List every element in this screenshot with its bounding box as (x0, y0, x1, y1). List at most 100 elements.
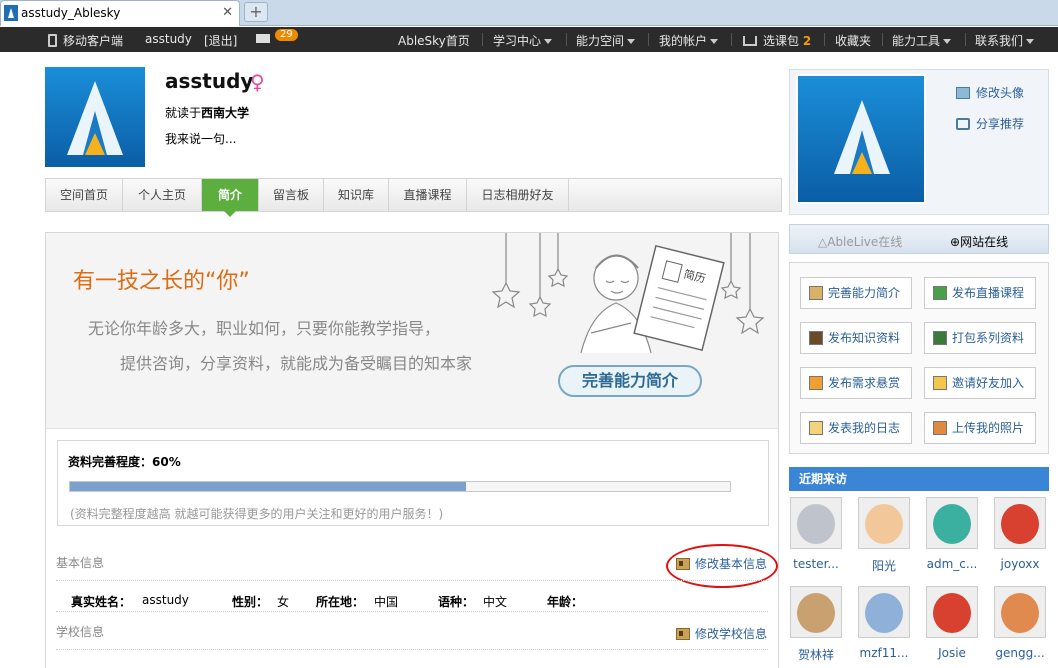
divider (965, 33, 966, 46)
new-tab-button[interactable]: + (244, 2, 268, 22)
mobile-client-link[interactable]: 移动客户端 (48, 32, 123, 49)
cart-count: 2 (802, 34, 812, 48)
ablelive-status: △AbleLive在线 (818, 235, 903, 249)
film-icon (809, 331, 823, 345)
chevron-down-icon (943, 39, 952, 44)
visitor-avatar[interactable] (790, 497, 842, 549)
visitor-avatar[interactable] (994, 497, 1046, 549)
visitor-avatar[interactable] (858, 586, 910, 638)
logout-link[interactable]: [退出] (204, 32, 237, 49)
contact-us-menu[interactable]: 联系我们 (975, 32, 1035, 49)
id-card-icon (676, 628, 690, 640)
profile-avatar[interactable] (45, 67, 145, 167)
visitor-name[interactable]: gengg... (990, 646, 1050, 660)
share-recommend-link[interactable]: 分享推荐 (956, 115, 1024, 132)
profile-tabs: 空间首页 个人主页 简介 留言板 知识库 直播课程 日志相册好友 (45, 178, 782, 217)
favorites-link[interactable]: 收藏夹 (835, 32, 871, 49)
banner-title: 有一技之长的“你” (73, 269, 250, 294)
completeness-progress-bar (69, 481, 731, 492)
female-gender-icon: ♀ (250, 70, 265, 94)
tab-intro[interactable]: 简介 (202, 179, 259, 217)
divider (824, 33, 825, 46)
browser-tab[interactable]: asstudy_Ablesky ✕ (0, 0, 240, 26)
visitor-name[interactable]: 贺林祥 (786, 646, 846, 663)
visitor-name[interactable]: 阳光 (854, 557, 914, 574)
visitor-name[interactable]: Josie (922, 646, 982, 660)
phone-icon (48, 34, 57, 47)
share-icon (956, 118, 970, 130)
profile-motto[interactable]: 我来说一句... (165, 130, 236, 147)
film-stack-icon (933, 331, 947, 345)
visitor-avatar[interactable] (994, 586, 1046, 638)
mail-link[interactable] (256, 32, 270, 46)
username-link[interactable]: asstudy (145, 32, 192, 46)
tab-blog-photos-friends[interactable]: 日志相册好友 (467, 179, 569, 211)
divider (56, 611, 768, 612)
ablelive-icon: △ (818, 235, 828, 249)
person-with-resume-illustration: 简历 (491, 233, 765, 354)
mail-count-badge: 29 (275, 29, 298, 41)
tab-personal-home[interactable]: 个人主页 (123, 179, 202, 211)
post-blog-action[interactable]: 发表我的日志 (800, 412, 912, 444)
sidebar-avatar[interactable] (796, 74, 926, 204)
change-avatar-link[interactable]: 修改头像 (956, 84, 1024, 101)
chevron-down-icon (710, 39, 719, 44)
visitor-name[interactable]: adm_c... (922, 557, 982, 571)
hi-icon (933, 376, 947, 390)
banner-text-line2: 提供咨询，分享资料，就能成为备受瞩目的知本家 (120, 354, 473, 373)
divider (731, 33, 732, 46)
completeness-progress-fill (70, 482, 466, 491)
tab-title: asstudy_Ablesky (21, 6, 121, 20)
divider (648, 33, 649, 46)
note-pencil-icon (809, 421, 823, 435)
package-series-action[interactable]: 打包系列资料 (924, 322, 1036, 354)
photo-icon (933, 421, 947, 435)
visitor-avatar[interactable] (858, 497, 910, 549)
publish-knowledge-action[interactable]: 发布知识资料 (800, 322, 912, 354)
ability-space-menu[interactable]: 能力空间 (576, 32, 636, 49)
school-name[interactable]: 西南大学 (201, 106, 249, 120)
chevron-down-icon (544, 39, 553, 44)
completeness-hint: (资料完整程度越高 就越可能获得更多的用户关注和更好的用户服务！) (70, 507, 444, 521)
question-icon (809, 376, 823, 390)
visitor-name[interactable]: joyoxx (990, 557, 1050, 571)
publish-live-course-action[interactable]: 发布直播课程 (924, 277, 1036, 309)
learning-center-menu[interactable]: 学习中心 (493, 32, 553, 49)
invite-friends-action[interactable]: 邀请好友加入 (924, 367, 1036, 399)
divider (56, 649, 768, 650)
play-screen-icon (933, 286, 947, 300)
visitor-name[interactable]: mzf11... (854, 646, 914, 660)
location-label: 所在地： (316, 595, 365, 609)
close-tab-icon[interactable]: ✕ (222, 5, 233, 20)
visitor-avatar[interactable] (790, 586, 842, 638)
publish-bounty-action[interactable]: 发布需求悬赏 (800, 367, 912, 399)
tab-space-home[interactable]: 空间首页 (46, 179, 123, 211)
tab-live-courses[interactable]: 直播课程 (389, 179, 467, 211)
online-status-bar: △AbleLive在线 ⊕网站在线 (789, 224, 1049, 254)
globe-icon: ⊕ (950, 235, 961, 249)
ablesky-home-link[interactable]: AbleSky首页 (398, 32, 470, 49)
complete-intro-button[interactable]: 完善能力简介 (558, 365, 702, 397)
profile-username: asstudy (165, 69, 254, 93)
my-account-menu[interactable]: 我的帐户 (659, 32, 719, 49)
complete-intro-action[interactable]: 完善能力简介 (800, 277, 912, 309)
visitor-name[interactable]: tester... (786, 557, 846, 571)
real-name-value: asstudy (142, 593, 189, 607)
language-label: 语种： (438, 595, 475, 609)
tab-knowledge[interactable]: 知识库 (324, 179, 389, 211)
visitor-avatar[interactable] (926, 586, 978, 638)
age-label: 年龄： (547, 595, 584, 609)
browser-tabstrip: asstudy_Ablesky ✕ + (0, 0, 1058, 26)
tab-guestbook[interactable]: 留言板 (259, 179, 324, 211)
website-status: ⊕网站在线 (950, 235, 1009, 249)
picture-icon (956, 87, 970, 99)
course-cart-link[interactable]: 选课包 2 (743, 32, 811, 49)
visitor-avatar[interactable] (926, 497, 978, 549)
ability-tools-menu[interactable]: 能力工具 (892, 32, 952, 49)
upload-photos-action[interactable]: 上传我的照片 (924, 412, 1036, 444)
sidebar-avatar-box: 修改头像 分享推荐 (789, 69, 1049, 215)
quick-actions-panel: 完善能力简介 发布直播课程 发布知识资料 打包系列资料 发布需求悬赏 邀请好友加… (789, 262, 1049, 454)
completeness-label: 资料完善程度：60% (68, 455, 181, 469)
edit-school-info-link[interactable]: 修改学校信息 (676, 625, 767, 642)
chevron-down-icon (627, 39, 636, 44)
